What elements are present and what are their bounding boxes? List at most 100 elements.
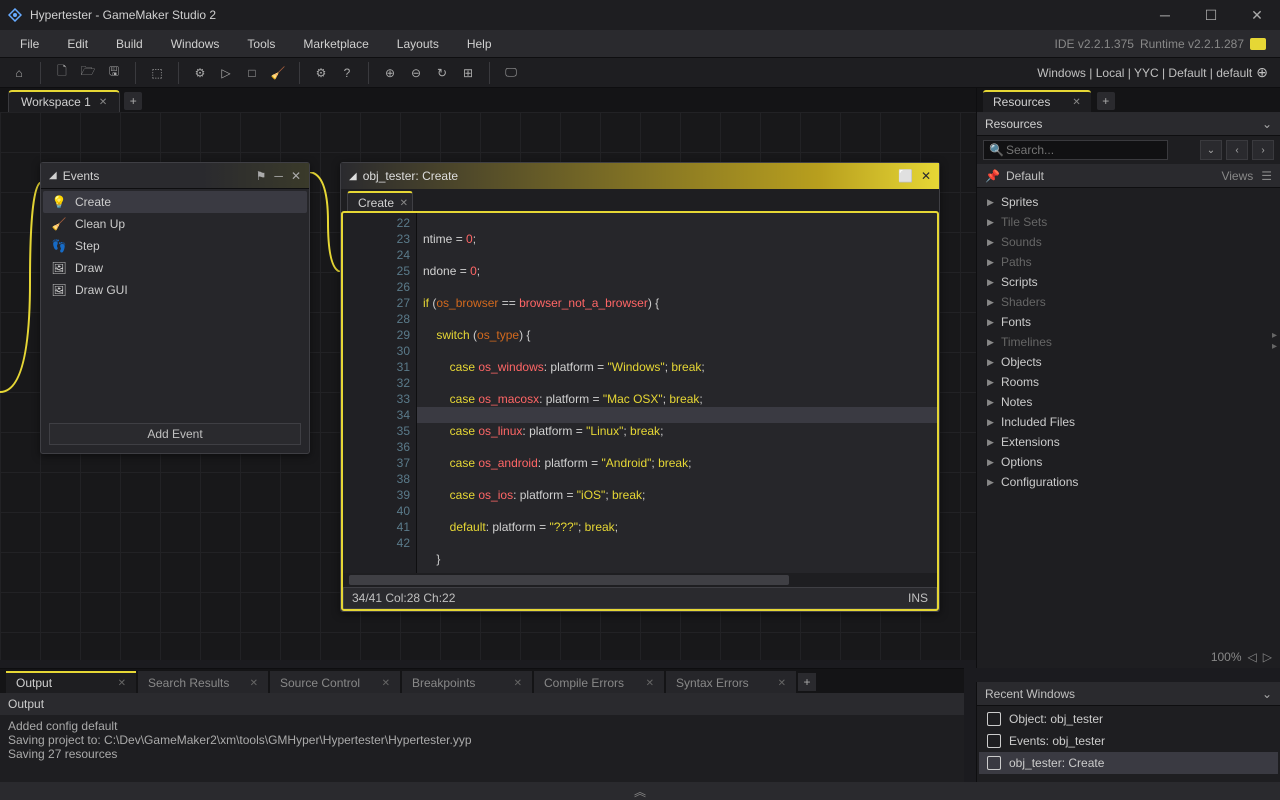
maximize-panel-icon[interactable]: ⬜ (898, 169, 913, 183)
code-tab-create[interactable]: Create ✕ (347, 191, 413, 213)
event-cleanup[interactable]: 🧹Clean Up (43, 213, 307, 235)
menu-windows[interactable]: Windows (157, 30, 234, 58)
add-tab-button[interactable]: + (1097, 92, 1115, 110)
menu-tools[interactable]: Tools (233, 30, 289, 58)
tree-node[interactable]: ▶Extensions (977, 432, 1280, 452)
close-button[interactable]: ✕ (1234, 0, 1280, 30)
tree-node[interactable]: ▶Sounds (977, 232, 1280, 252)
recent-window-item[interactable]: Events: obj_tester (979, 730, 1278, 752)
horizontal-scrollbar[interactable] (343, 573, 937, 587)
close-icon[interactable]: ✕ (646, 678, 654, 689)
target-display[interactable]: Windows | Local | YYC | Default | defaul… (1037, 66, 1252, 80)
menu-marketplace[interactable]: Marketplace (289, 30, 382, 58)
close-panel-icon[interactable]: ✕ (291, 169, 301, 183)
close-icon[interactable]: ✕ (250, 678, 258, 689)
close-icon[interactable]: ✕ (400, 198, 408, 209)
event-create[interactable]: 💡Create (43, 191, 307, 213)
menu-layouts[interactable]: Layouts (383, 30, 453, 58)
flag-icon[interactable]: ⚑ (256, 169, 267, 183)
menu-build[interactable]: Build (102, 30, 157, 58)
tree-node[interactable]: ▶Fonts (977, 312, 1280, 332)
tree-node[interactable]: ▶Scripts (977, 272, 1280, 292)
workspace-tab[interactable]: Workspace 1 ✕ (8, 90, 120, 112)
menu-edit[interactable]: Edit (53, 30, 102, 58)
collapse-panel-icon[interactable]: ▸▸ (1270, 330, 1280, 350)
maximize-button[interactable]: ☐ (1188, 0, 1234, 30)
zoom-in-icon[interactable]: ▷ (1263, 650, 1272, 664)
resources-header[interactable]: Resources ⌄ (977, 112, 1280, 136)
minimize-button[interactable]: ─ (1142, 0, 1188, 30)
clean-icon[interactable]: 🧹 (267, 62, 289, 84)
output-tab-compile[interactable]: Compile Errors✕ (534, 671, 664, 693)
save-icon[interactable]: 🖫 (103, 62, 125, 84)
resources-tab[interactable]: Resources ✕ (983, 90, 1091, 112)
tree-node[interactable]: ▶Paths (977, 252, 1280, 272)
chevron-down-icon[interactable]: ⌄ (1200, 140, 1222, 160)
settings-icon[interactable]: ⚙ (310, 62, 332, 84)
code-editor[interactable]: 2223242526272829303132333435363738394041… (343, 213, 937, 581)
close-icon[interactable]: ✕ (1072, 97, 1080, 108)
tree-node[interactable]: ▶Objects (977, 352, 1280, 372)
tree-node[interactable]: ▶Shaders (977, 292, 1280, 312)
add-tab-button[interactable]: + (798, 673, 816, 691)
home-icon[interactable]: ⌂ (8, 62, 30, 84)
chevron-down-icon[interactable]: ⌄ (1262, 687, 1272, 701)
tree-node[interactable]: ▶Rooms (977, 372, 1280, 392)
output-tab-syntax[interactable]: Syntax Errors✕ (666, 671, 796, 693)
tree-node[interactable]: ▶Configurations (977, 472, 1280, 492)
play-icon[interactable]: ▷ (215, 62, 237, 84)
minimize-panel-icon[interactable]: ─ (274, 169, 283, 183)
recent-windows-header[interactable]: Recent Windows ⌄ (977, 682, 1280, 706)
close-icon[interactable]: ✕ (382, 678, 390, 689)
recent-window-item[interactable]: obj_tester: Create (979, 752, 1278, 774)
zoom-out-icon[interactable]: ⊖ (405, 62, 427, 84)
close-icon[interactable]: ✕ (778, 678, 786, 689)
nav-forward-button[interactable]: › (1252, 140, 1274, 160)
debug-icon[interactable]: ⚙ (189, 62, 211, 84)
event-step[interactable]: 👣Step (43, 235, 307, 257)
menu-file[interactable]: File (6, 30, 53, 58)
events-header[interactable]: ◢ Events ⚑ ─ ✕ (41, 163, 309, 189)
output-tab-output[interactable]: Output✕ (6, 671, 136, 693)
bottom-collapse-bar[interactable]: ︽ (0, 782, 1280, 800)
tree-node[interactable]: ▶Tile Sets (977, 212, 1280, 232)
output-tab-source[interactable]: Source Control✕ (270, 671, 400, 693)
pin-icon[interactable]: 📌 (985, 169, 1000, 183)
device-icon[interactable]: 🖵 (500, 62, 522, 84)
tree-node[interactable]: ▶Sprites (977, 192, 1280, 212)
close-panel-icon[interactable]: ✕ (921, 169, 931, 183)
zoom-out-icon[interactable]: ◁ (1248, 650, 1257, 664)
chevron-down-icon[interactable]: ⌄ (1262, 117, 1272, 131)
add-event-button[interactable]: Add Event (49, 423, 301, 445)
open-folder-icon[interactable]: 🗁 (77, 62, 99, 84)
notification-icon[interactable] (1250, 38, 1266, 50)
close-icon[interactable]: ✕ (118, 678, 126, 689)
tree-node[interactable]: ▶Included Files (977, 412, 1280, 432)
hamburger-icon[interactable]: ☰ (1261, 169, 1272, 183)
close-icon[interactable]: ✕ (99, 97, 107, 108)
help-icon[interactable]: ? (336, 62, 358, 84)
zoom-in-icon[interactable]: ⊕ (379, 62, 401, 84)
view-header[interactable]: 📌 Default Views ☰ (977, 164, 1280, 188)
target-icon[interactable]: ⊕ (1256, 64, 1268, 81)
nav-back-button[interactable]: ‹ (1226, 140, 1248, 160)
grid-icon[interactable]: ⊞ (457, 62, 479, 84)
event-draw-gui[interactable]: 🖼Draw GUI (43, 279, 307, 301)
tree-node[interactable]: ▶Notes (977, 392, 1280, 412)
event-draw[interactable]: 🖼Draw (43, 257, 307, 279)
recent-window-item[interactable]: Object: obj_tester (979, 708, 1278, 730)
stop-icon[interactable]: □ (241, 62, 263, 84)
zoom-reset-icon[interactable]: ↻ (431, 62, 453, 84)
output-body[interactable]: Added config default Saving project to: … (0, 715, 964, 765)
search-input[interactable] (983, 140, 1168, 160)
tree-node[interactable]: ▶Timelines (977, 332, 1280, 352)
code-body[interactable]: ntime = 0; ndone = 0; if (os_browser == … (417, 213, 937, 581)
menu-help[interactable]: Help (453, 30, 506, 58)
tree-node[interactable]: ▶Options (977, 452, 1280, 472)
project-icon[interactable]: ⬚ (146, 62, 168, 84)
output-tab-breakpoints[interactable]: Breakpoints✕ (402, 671, 532, 693)
new-file-icon[interactable]: 🗋 (51, 62, 73, 84)
code-header[interactable]: ◢ obj_tester: Create ⬜ ✕ (341, 163, 939, 189)
add-tab-button[interactable]: + (124, 92, 142, 110)
output-tab-search[interactable]: Search Results✕ (138, 671, 268, 693)
